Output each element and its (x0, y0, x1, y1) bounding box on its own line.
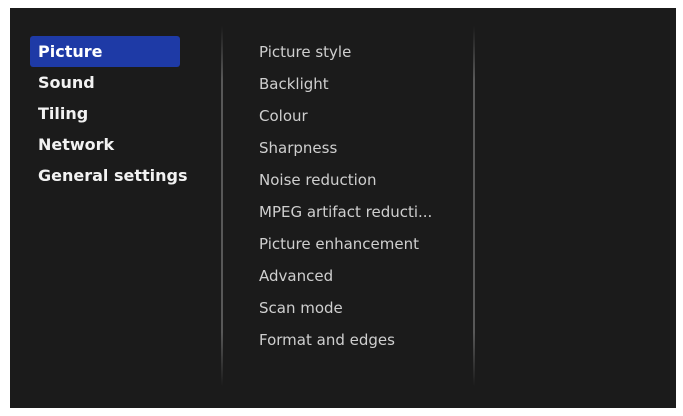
column-divider-left (221, 26, 223, 386)
main-menu-item-sound[interactable]: Sound (30, 67, 180, 98)
submenu-item-noise-reduction[interactable]: Noise reduction (259, 164, 464, 196)
submenu-item-mpeg-artifact-reduction[interactable]: MPEG artifact reducti... (259, 196, 464, 228)
main-menu-item-picture[interactable]: Picture (30, 36, 180, 67)
main-menu: Picture Sound Tiling Network General set… (30, 36, 188, 191)
osd-settings-screen: Picture Sound Tiling Network General set… (10, 8, 676, 408)
submenu-item-sharpness[interactable]: Sharpness (259, 132, 464, 164)
submenu-item-format-and-edges[interactable]: Format and edges (259, 324, 464, 356)
submenu-item-backlight[interactable]: Backlight (259, 68, 464, 100)
submenu-item-picture-style[interactable]: Picture style (259, 36, 464, 68)
submenu-item-advanced[interactable]: Advanced (259, 260, 464, 292)
submenu-item-picture-enhancement[interactable]: Picture enhancement (259, 228, 464, 260)
submenu-item-scan-mode[interactable]: Scan mode (259, 292, 464, 324)
main-menu-item-tiling[interactable]: Tiling (30, 98, 180, 129)
column-divider-right (473, 26, 475, 386)
main-menu-item-general-settings[interactable]: General settings (30, 160, 188, 191)
submenu-item-colour[interactable]: Colour (259, 100, 464, 132)
picture-submenu: Picture style Backlight Colour Sharpness… (259, 36, 464, 356)
main-menu-item-network[interactable]: Network (30, 129, 180, 160)
